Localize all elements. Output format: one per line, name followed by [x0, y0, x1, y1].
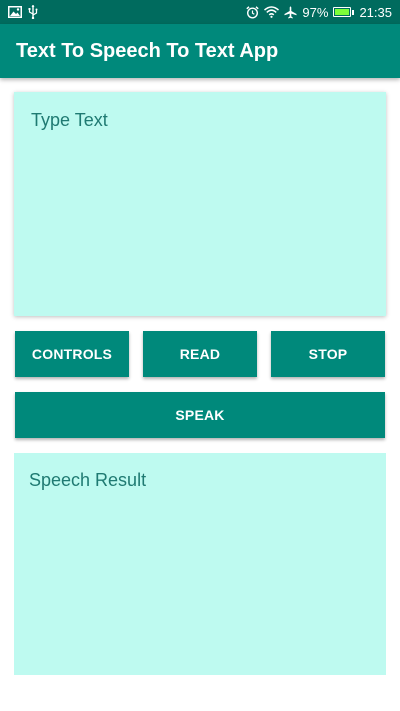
airplane-icon	[284, 6, 297, 19]
type-text-placeholder: Type Text	[31, 110, 108, 130]
controls-button[interactable]: CONTROLS	[15, 331, 129, 377]
speech-result-placeholder: Speech Result	[29, 470, 147, 490]
image-icon	[8, 6, 22, 18]
status-bar: 97% 21:35	[0, 0, 400, 24]
app-bar: Text To Speech To Text App	[0, 24, 400, 78]
speech-result-area[interactable]: Speech Result	[14, 453, 386, 675]
stop-button[interactable]: STOP	[271, 331, 385, 377]
speak-button[interactable]: SPEAK	[15, 392, 385, 438]
app-title: Text To Speech To Text App	[16, 39, 279, 62]
type-text-input[interactable]: Type Text	[14, 92, 386, 316]
usb-icon	[28, 5, 38, 19]
status-right-icons: 97% 21:35	[246, 5, 392, 20]
status-time: 21:35	[359, 4, 392, 20]
battery-icon	[333, 7, 355, 17]
alarm-icon	[246, 5, 260, 19]
wifi-icon	[264, 6, 280, 18]
read-button[interactable]: READ	[143, 331, 257, 377]
status-left-icons	[8, 5, 38, 19]
battery-percent: 97%	[302, 4, 329, 20]
app-screen: 97% 21:35 Text To Speech To Text App Typ…	[0, 0, 400, 711]
